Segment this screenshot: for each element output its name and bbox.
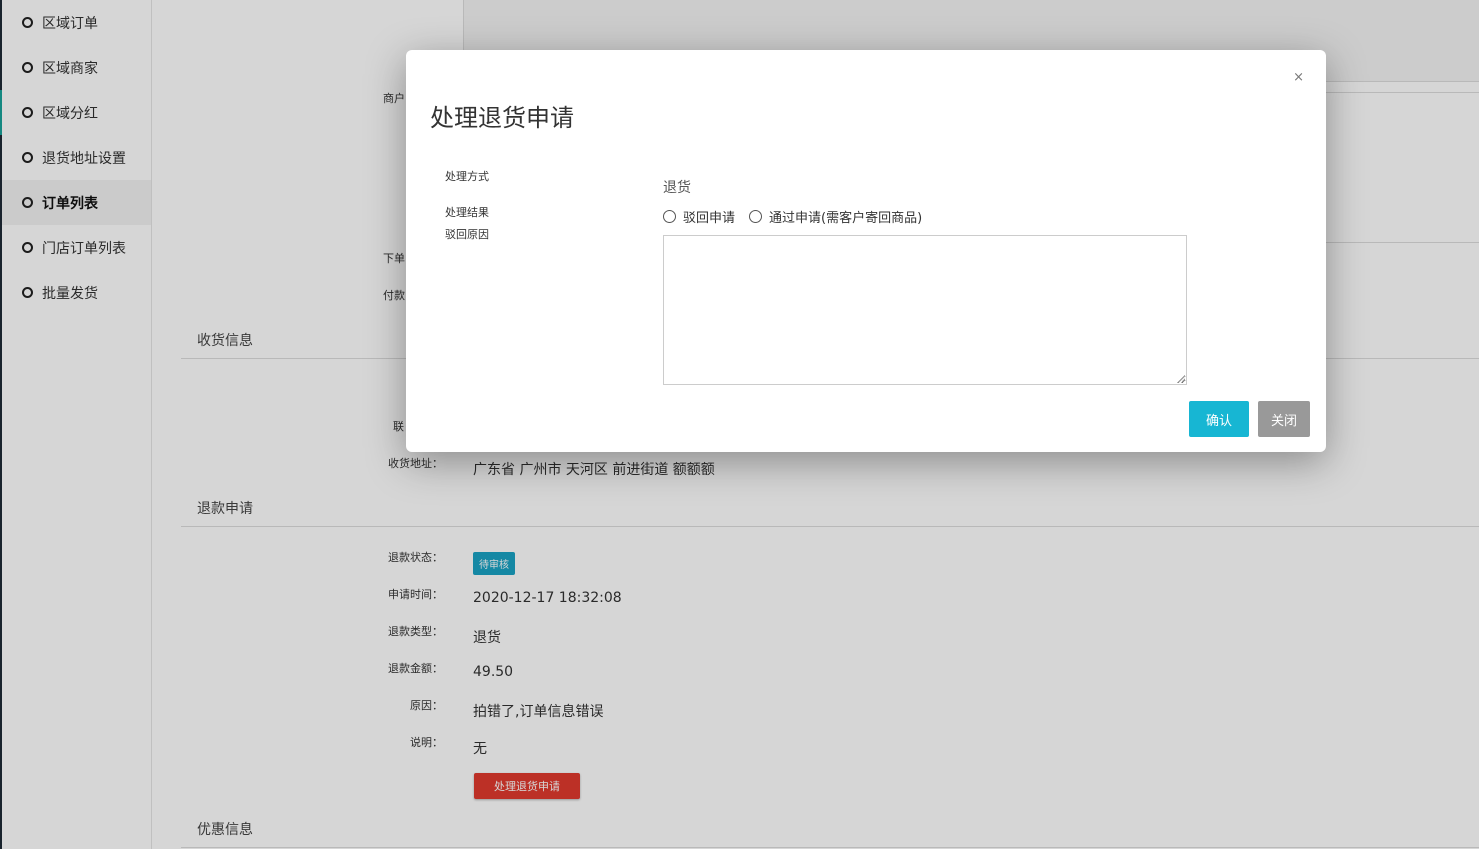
result-label: 处理结果 xyxy=(445,206,489,219)
result-radio-group: 驳回申请 通过申请(需客户寄回商品) xyxy=(663,207,936,226)
resize-handle-icon[interactable] xyxy=(1176,374,1185,383)
approve-option-label[interactable]: 通过申请(需客户寄回商品) xyxy=(769,207,922,226)
close-icon[interactable]: × xyxy=(1293,70,1304,85)
reject-reason-label: 驳回原因 xyxy=(445,228,489,241)
reject-reason-textarea[interactable] xyxy=(663,235,1187,385)
process-return-dialog: × 处理退货申请 处理方式 退货 处理结果 驳回原因 驳回申请 通过申请(需客户… xyxy=(406,50,1326,452)
approve-radio[interactable] xyxy=(749,210,763,223)
close-button[interactable]: 关闭 xyxy=(1258,401,1310,437)
method-label: 处理方式 xyxy=(445,170,489,183)
dialog-title: 处理退货申请 xyxy=(430,104,574,132)
reject-radio[interactable] xyxy=(663,210,676,223)
confirm-button[interactable]: 确认 xyxy=(1189,401,1249,437)
method-value: 退货 xyxy=(663,180,691,196)
reject-option-label[interactable]: 驳回申请 xyxy=(683,207,735,226)
